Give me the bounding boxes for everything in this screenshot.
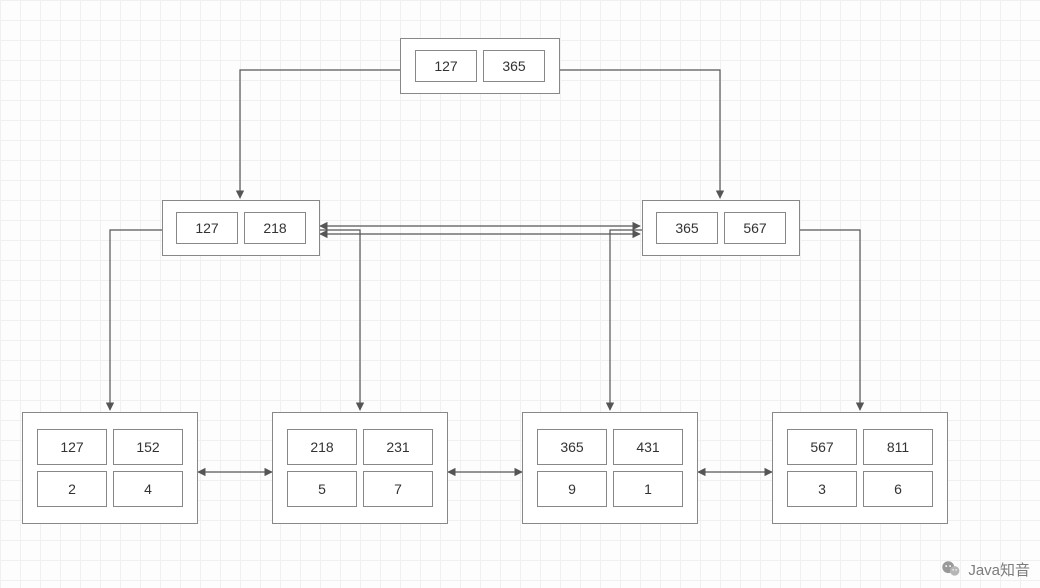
root-key-0: 127 (415, 50, 477, 82)
leaf-0-bot-1: 4 (113, 471, 183, 507)
leaf-2-top-1: 431 (613, 429, 683, 465)
leaf-node-2: 365 431 9 1 (522, 412, 698, 524)
diagram-canvas: 127 365 127 218 365 567 127 152 2 4 218 … (0, 0, 1040, 588)
mid-node-0: 127 218 (162, 200, 320, 256)
wechat-icon (940, 558, 962, 580)
leaf-2-bot-1: 1 (613, 471, 683, 507)
leaf-0-top-0: 127 (37, 429, 107, 465)
mid-0-key-1: 218 (244, 212, 306, 244)
leaf-node-0: 127 152 2 4 (22, 412, 198, 524)
watermark: Java知音 (940, 558, 1030, 580)
leaf-1-top-1: 231 (363, 429, 433, 465)
leaf-3-top-0: 567 (787, 429, 857, 465)
leaf-2-bot-0: 9 (537, 471, 607, 507)
leaf-0-bot-0: 2 (37, 471, 107, 507)
leaf-1-top-0: 218 (287, 429, 357, 465)
leaf-1-bot-0: 5 (287, 471, 357, 507)
mid-0-key-0: 127 (176, 212, 238, 244)
leaf-node-3: 567 811 3 6 (772, 412, 948, 524)
leaf-2-top-0: 365 (537, 429, 607, 465)
mid-1-key-0: 365 (656, 212, 718, 244)
watermark-text: Java知音 (968, 559, 1030, 580)
leaf-3-bot-0: 3 (787, 471, 857, 507)
mid-node-1: 365 567 (642, 200, 800, 256)
root-key-1: 365 (483, 50, 545, 82)
leaf-1-bot-1: 7 (363, 471, 433, 507)
leaf-3-top-1: 811 (863, 429, 933, 465)
mid-1-key-1: 567 (724, 212, 786, 244)
leaf-node-1: 218 231 5 7 (272, 412, 448, 524)
root-node: 127 365 (400, 38, 560, 94)
leaf-3-bot-1: 6 (863, 471, 933, 507)
leaf-0-top-1: 152 (113, 429, 183, 465)
